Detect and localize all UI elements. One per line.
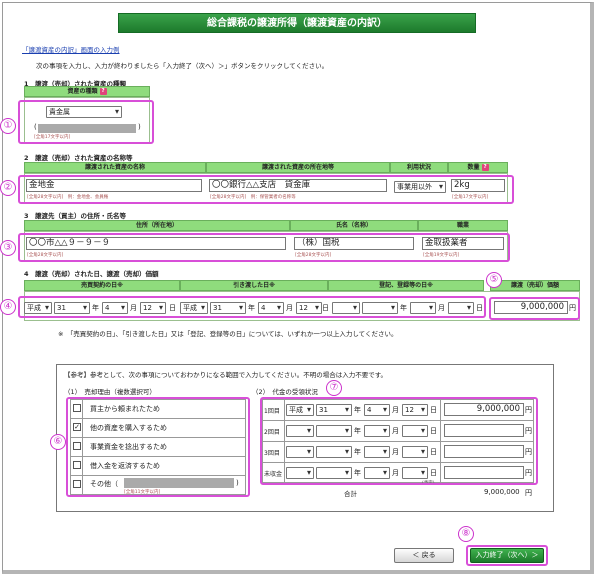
highlight-7 <box>260 397 538 485</box>
buyer-address-header: 住所（所在地） <box>24 220 290 231</box>
section3-heading: 3 譲渡先（買主）の住所・氏名等 <box>24 212 127 220</box>
usage-header: 利用状況 <box>390 162 448 173</box>
help-icon: ? <box>481 164 489 171</box>
highlight-4 <box>18 296 486 318</box>
reason-heading: （1） 売却理由（複数選択可） <box>64 388 156 396</box>
total-label: 合計 <box>344 490 357 498</box>
marker-8: ⑧ <box>458 526 474 542</box>
page-title: 総合課税の譲渡所得（譲渡資産の内訳） <box>118 13 476 33</box>
marker-3: ③ <box>0 240 16 256</box>
marker-6: ⑥ <box>50 434 66 450</box>
help-icon: ? <box>99 88 107 95</box>
marker-7: ⑦ <box>326 380 342 396</box>
highlight-3 <box>18 233 510 262</box>
price-header: 譲渡（売却）価額 <box>490 280 580 291</box>
back-button[interactable]: ＜ 戻る <box>394 548 454 563</box>
asset-type-header: 資産の種類 ? <box>24 86 150 97</box>
contract-date-header: 売買契約の日※ <box>24 280 180 291</box>
highlight-8 <box>466 545 548 566</box>
highlight-5 <box>489 297 580 320</box>
section2-heading: 2 譲渡（売却）された資産の名称等 <box>24 154 133 162</box>
highlight-6 <box>66 397 250 497</box>
reference-intro: 【参考】参考として、次の事項についておわかりになる範囲で入力してください。不明の… <box>64 371 388 379</box>
buyer-job-header: 職業 <box>418 220 508 231</box>
example-link[interactable]: 「譲渡資産の内訳」画面の入力例 <box>22 44 120 54</box>
buyer-name-header: 氏名（名称） <box>290 220 418 231</box>
delivery-date-header: 引き渡した日※ <box>180 280 328 291</box>
total-value: 9,000,000 <box>484 488 520 496</box>
registration-date-header: 登記、登録等の日※ <box>328 280 484 291</box>
marker-1: ① <box>0 118 16 134</box>
asset-name-header: 譲渡された資産の名称 <box>24 162 206 173</box>
asset-location-header: 譲渡された資産の所在地等 <box>206 162 390 173</box>
highlight-2 <box>18 175 514 204</box>
instruction-text: 次の事項を入力し、入力が終わりましたら「入力終了（次へ）＞」ボタンをクリックして… <box>36 62 329 70</box>
marker-5: ⑤ <box>486 272 502 288</box>
date-note: ※ 「売買契約の日」、「引き渡した日」又は「登記、登録等の日」については、いずれ… <box>58 330 398 338</box>
marker-2: ② <box>0 180 16 196</box>
section4-heading: 4 譲渡（売却）された日、譲渡（売却）価額 <box>24 270 159 278</box>
quantity-header: 数量 ? <box>448 162 508 173</box>
highlight-1 <box>18 100 154 144</box>
marker-4: ④ <box>0 299 16 315</box>
payment-heading: （2） 代金の受領状況 <box>252 388 318 396</box>
